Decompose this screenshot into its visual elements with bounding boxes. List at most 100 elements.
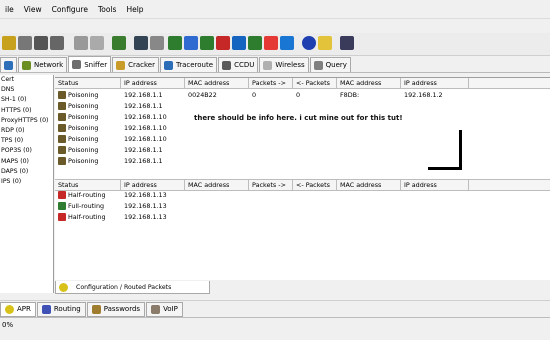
status-icon <box>58 113 66 121</box>
table-cell <box>337 134 401 144</box>
tab-ccdu[interactable]: CCDU <box>218 57 259 72</box>
toolbar <box>0 33 550 56</box>
add-icon[interactable] <box>74 36 88 50</box>
config-routed-label: Configuration / Routed Packets <box>76 283 172 291</box>
sidebar-item[interactable]: POP3S (0) <box>0 146 53 156</box>
header-packets-out[interactable]: Packets -> <box>249 78 293 88</box>
header-mac[interactable]: MAC address <box>185 180 249 190</box>
traceroute-icon <box>163 60 173 70</box>
table-cell: 192.168.1.10 <box>124 135 167 143</box>
status-text: Poisoning <box>68 91 99 99</box>
table-row[interactable]: Full-routing 192.168.1.13 <box>55 201 550 211</box>
header-mac[interactable]: MAC address <box>185 78 249 88</box>
menu-configure[interactable]: Configure <box>47 5 93 14</box>
tab-sniffer[interactable]: Sniffer <box>68 56 112 72</box>
tab-decoders[interactable] <box>0 57 17 72</box>
status-text: Poisoning <box>68 124 99 132</box>
table-cell <box>401 112 469 122</box>
grid-icon-7[interactable] <box>264 36 278 50</box>
tab-apr[interactable]: APR <box>0 301 36 317</box>
grid-icon-8[interactable] <box>280 36 294 50</box>
tab-label: Cracker <box>128 61 155 69</box>
status-text: Half-routing <box>68 191 106 199</box>
header-ip[interactable]: IP address <box>121 180 185 190</box>
grid-icon-6[interactable] <box>248 36 262 50</box>
tab-traceroute[interactable]: Traceroute <box>159 57 218 72</box>
header-ip[interactable]: IP address <box>121 78 185 88</box>
tab-label: CCDU <box>234 61 255 69</box>
table-row[interactable]: Poisoning 192.168.1.10 <box>55 123 550 133</box>
status-icon <box>58 191 66 199</box>
sidebar-item[interactable]: ProxyHTTPS (0) <box>0 116 53 126</box>
header-ip-2[interactable]: IP address <box>401 180 469 190</box>
tab-wireless[interactable]: Wireless <box>259 57 309 72</box>
delete-icon[interactable] <box>90 36 104 50</box>
start-sniffer-icon[interactable] <box>2 36 16 50</box>
menu-tools[interactable]: Tools <box>93 5 121 14</box>
header-status[interactable]: Status <box>55 180 121 190</box>
route-icon[interactable] <box>134 36 148 50</box>
table-cell <box>293 134 337 144</box>
network-card-icon[interactable] <box>18 36 32 50</box>
tab-passwords[interactable]: Passwords <box>86 301 146 317</box>
sidebar-item[interactable]: IPS (0) <box>0 177 53 187</box>
table-row[interactable]: Poisoning 192.168.1.1 <box>55 156 550 166</box>
header-packets-in[interactable]: <- Packets <box>293 78 337 88</box>
header-ip-2[interactable]: IP address <box>401 78 469 88</box>
sidebar-item[interactable]: TPS (0) <box>0 136 53 146</box>
tab-cracker[interactable]: Cracker <box>112 57 159 72</box>
filter-icon[interactable] <box>50 36 64 50</box>
network-icon[interactable] <box>112 36 126 50</box>
grid-icon-5[interactable] <box>232 36 246 50</box>
annotation-bracket <box>459 130 462 169</box>
help-icon[interactable] <box>318 36 332 50</box>
table-row[interactable]: Poisoning 192.168.1.1 <box>55 101 550 111</box>
table-cell: Poisoning <box>55 101 121 111</box>
grid-icon-3[interactable] <box>200 36 214 50</box>
grid-icon-4[interactable] <box>216 36 230 50</box>
header-mac-2[interactable]: MAC address <box>337 78 401 88</box>
table-row[interactable]: Poisoning 192.168.1.1 0024B22 0 0 F8DB: 192.16… <box>55 90 550 100</box>
table-cell <box>293 156 337 166</box>
apr-icon[interactable] <box>34 36 48 50</box>
menu-file[interactable]: ile <box>0 5 19 14</box>
tab-label: VoIP <box>163 305 178 313</box>
log-icon[interactable] <box>150 36 164 50</box>
main-tabs: Network Sniffer Cracker Traceroute CCDU … <box>0 56 550 73</box>
tab-label: Sniffer <box>84 60 108 69</box>
table-row[interactable]: Poisoning 192.168.1.10 <box>55 134 550 144</box>
table-row[interactable]: Poisoning 192.168.1.1 <box>55 145 550 155</box>
menu-help[interactable]: Help <box>121 5 148 14</box>
table-cell: F8DB: <box>340 91 360 99</box>
header-mac-2[interactable]: MAC address <box>337 180 401 190</box>
radiation-icon <box>59 282 68 292</box>
tab-query[interactable]: Query <box>309 57 351 72</box>
sidebar-item[interactable]: DAPS (0) <box>0 167 53 177</box>
sidebar-item[interactable]: RDP (0) <box>0 126 53 136</box>
header-packets-out[interactable]: Packets -> <box>249 180 293 190</box>
tab-routing[interactable]: Routing <box>36 301 86 317</box>
status-icon <box>58 102 66 110</box>
sidebar-item[interactable]: Cert <box>0 75 53 85</box>
status-text: Poisoning <box>68 146 99 154</box>
table-cell: 192.168.1.13 <box>124 202 167 210</box>
table-row[interactable]: Half-routing 192.168.1.13 <box>55 190 550 200</box>
table-cell <box>249 145 293 155</box>
header-packets-in[interactable]: <- Packets <box>293 180 337 190</box>
sidebar-item[interactable]: SH-1 (0) <box>0 95 53 105</box>
grid-icon-1[interactable] <box>168 36 182 50</box>
sidebar-item[interactable]: MAPS (0) <box>0 157 53 167</box>
config-routed-tab[interactable]: Configuration / Routed Packets <box>55 281 210 294</box>
table-cell: 0024B22 <box>188 91 217 99</box>
grid-top-header: Status IP address MAC address Packets ->… <box>55 78 550 89</box>
exit-icon[interactable] <box>340 36 354 50</box>
tab-voip[interactable]: VoIP <box>146 301 183 317</box>
sidebar-item[interactable]: HTTPS (0) <box>0 106 53 116</box>
grid-icon-2[interactable] <box>184 36 198 50</box>
menu-view[interactable]: View <box>19 5 47 14</box>
info-icon[interactable] <box>302 36 316 50</box>
tab-network[interactable]: Network <box>18 57 68 72</box>
sidebar-item[interactable]: DNS <box>0 85 53 95</box>
header-status[interactable]: Status <box>55 78 121 88</box>
table-row[interactable]: Half-routing 192.168.1.13 <box>55 212 550 222</box>
